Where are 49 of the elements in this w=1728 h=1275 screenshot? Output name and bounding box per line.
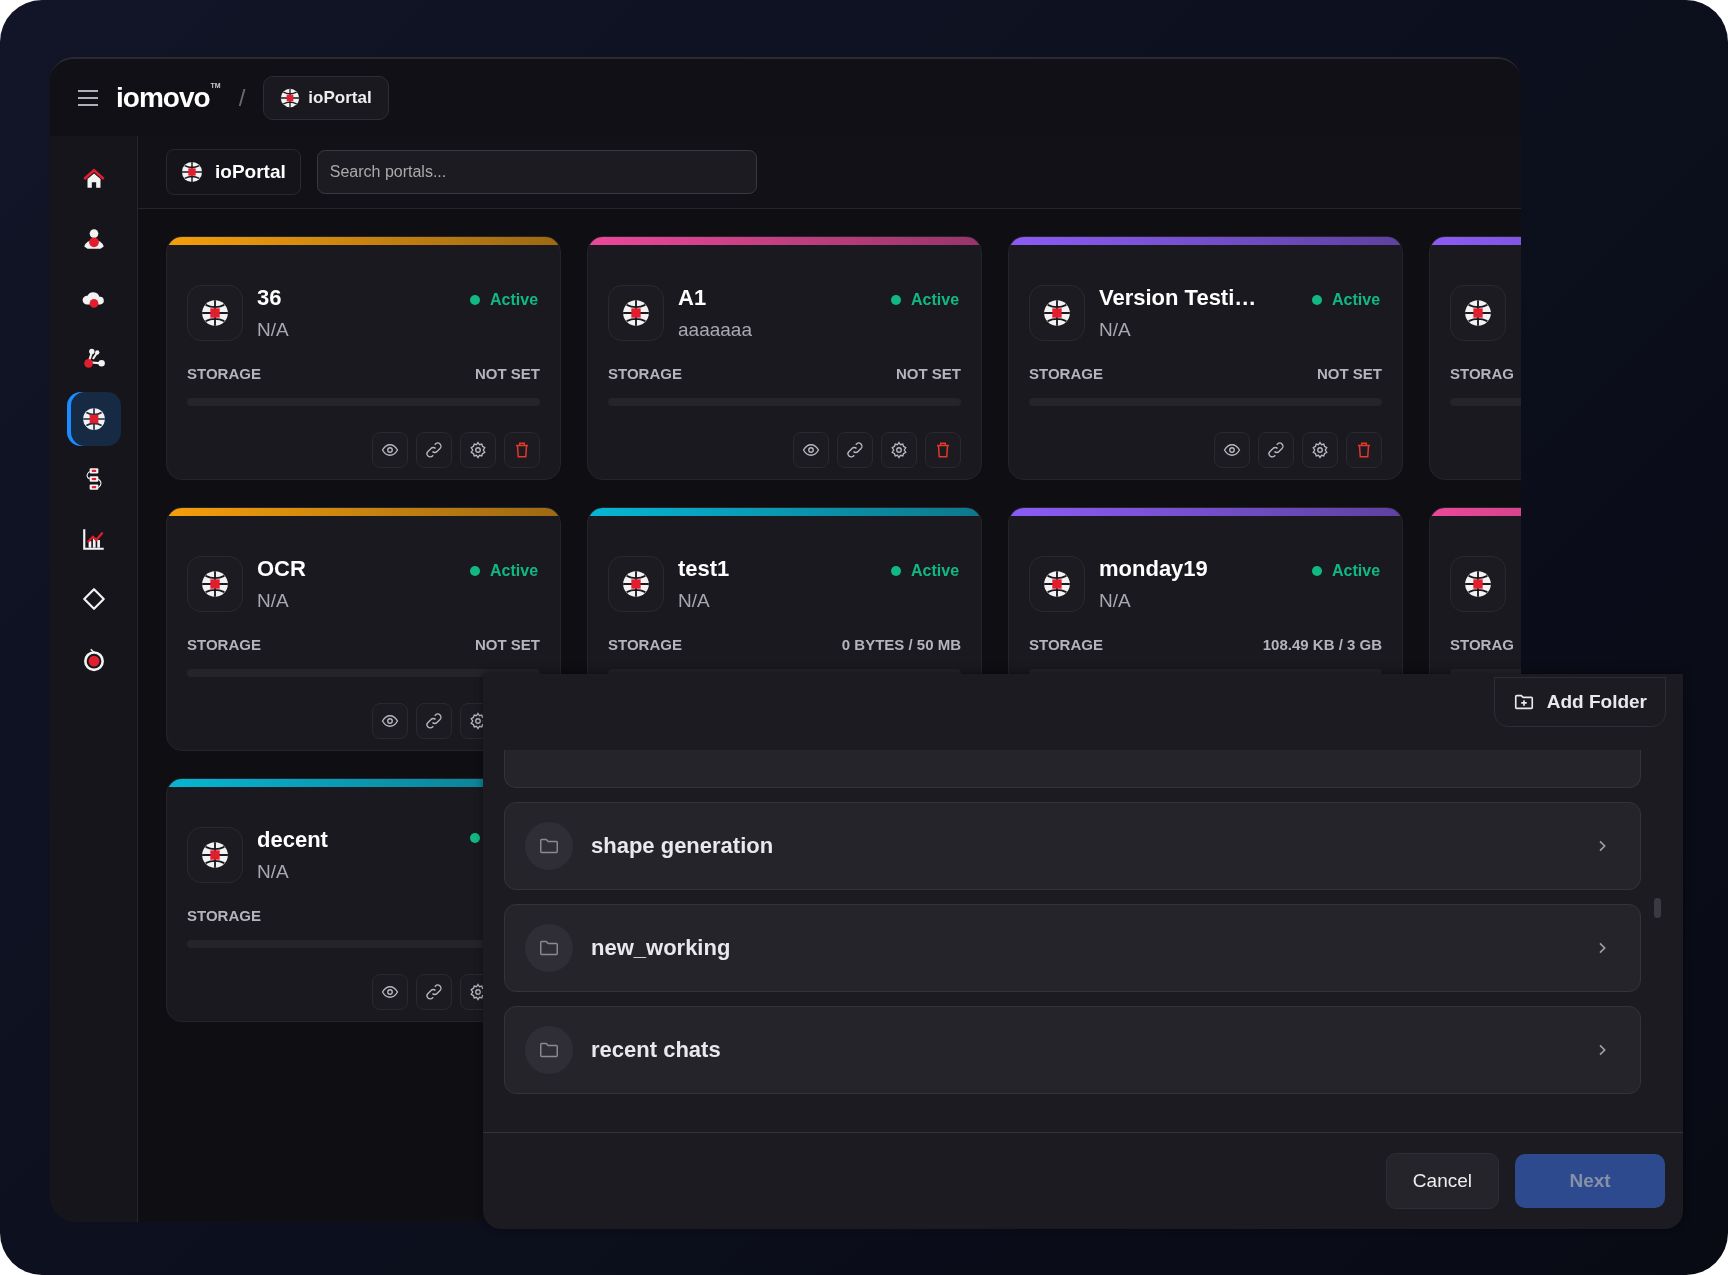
portal-name: A1 — [678, 285, 708, 311]
portal-name: Version Testi… — [1099, 285, 1258, 311]
portal-description: N/A — [1099, 590, 1132, 612]
portal-name: decent — [257, 827, 329, 853]
storage-label: STORAGE — [1029, 365, 1103, 382]
status-label: Active — [1332, 291, 1381, 309]
portal-description: N/A — [257, 590, 290, 612]
storage-value: NOT SET — [1317, 365, 1382, 382]
storage-value: 108.49 KB / 3 GB — [1262, 636, 1382, 653]
storage-label: STORAGE — [608, 636, 682, 653]
portal-card[interactable]: 36 N/A Active STORAGE NOT SET — [166, 236, 561, 480]
portal-description: N/A — [678, 590, 711, 612]
status-label: Active — [490, 562, 539, 580]
portal-description: aaaaaaa — [678, 319, 753, 341]
portal-name: test1 — [678, 556, 731, 582]
storage-label: STORAGE — [187, 907, 261, 924]
portal-name: 36 — [257, 285, 283, 311]
search-field[interactable]: Search portals... — [316, 150, 757, 194]
status-label: Active — [911, 291, 960, 309]
status-label: Active — [911, 562, 960, 580]
folder-row[interactable]: new_working — [504, 904, 1641, 992]
portal-card[interactable]: OCR N/A Active STORAGE NOT SET — [166, 507, 561, 751]
storage-value: 0 BYTES / 50 MB — [841, 636, 961, 653]
portal-card[interactable]: STORAG — [1429, 236, 1521, 480]
storage-value: NOT SET — [475, 636, 540, 653]
section-title: ioPortal — [166, 149, 301, 195]
portal-name: OCR — [257, 556, 307, 582]
storage-value: NOT SET — [475, 365, 540, 382]
storage-label: STORAGE — [1029, 636, 1103, 653]
portal-card[interactable]: Version Testi… N/A Active STORAGE NOT SET — [1008, 236, 1403, 480]
breadcrumb-item[interactable]: ioPortal — [263, 75, 389, 120]
storage-value: NOT SET — [896, 365, 961, 382]
portal-name: monday19 — [1099, 556, 1209, 582]
folder-row[interactable]: recent chats — [504, 1006, 1641, 1094]
portal-description: N/A — [257, 861, 290, 883]
status-label: Active — [1332, 562, 1381, 580]
folder-row[interactable]: shape generation — [504, 802, 1641, 890]
status-label: Active — [490, 291, 539, 309]
storage-label: STORAGE — [187, 636, 261, 653]
add-folder-button[interactable]: Add Folder — [1493, 677, 1666, 727]
portal-card[interactable]: A1 aaaaaaa Active STORAGE NOT SET — [587, 236, 982, 480]
storage-label: STORAGE — [608, 365, 682, 382]
portal-description: N/A — [1099, 319, 1132, 341]
storage-label: STORAG — [1450, 365, 1514, 382]
cancel-button[interactable]: Cancel — [1385, 1153, 1499, 1209]
storage-label: STORAG — [1450, 636, 1514, 653]
portal-description: N/A — [257, 319, 290, 341]
breadcrumb-separator: / — [238, 83, 246, 112]
storage-label: STORAGE — [187, 365, 261, 382]
